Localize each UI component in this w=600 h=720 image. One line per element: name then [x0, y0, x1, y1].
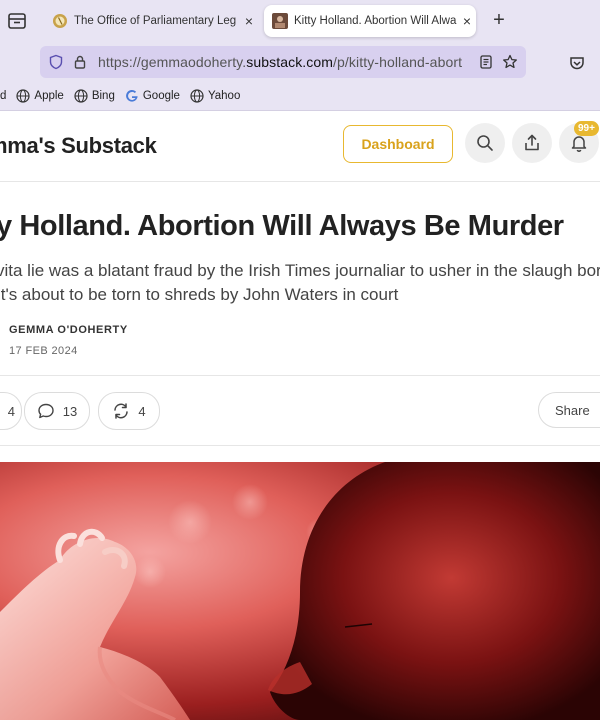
post-date: 17 FEB 2024	[9, 345, 78, 357]
tab-title: The Office of Parliamentary Leg	[74, 15, 237, 27]
url-path: /p/kitty-holland-abort	[333, 54, 463, 70]
url-prefix: https://gemmaodoherty.	[98, 54, 247, 70]
article-title: y Holland. Abortion Will Always Be Murde…	[0, 210, 564, 242]
site-header: mma's Substack Dashboard	[0, 111, 600, 182]
fetus-illustration	[0, 462, 600, 720]
bookmark-label: Yahoo	[207, 90, 241, 102]
tab-kitty-holland[interactable]: Kitty Holland. Abortion Will Alwa ×	[264, 5, 476, 37]
bookmark-apple[interactable]: Apple	[16, 89, 64, 103]
tab-bar: The Office of Parliamentary Leg × Kitty …	[0, 0, 600, 42]
globe-icon	[16, 89, 31, 103]
url-domain: substack.com	[246, 54, 334, 70]
bookmarks-bar: d Apple Bing Google Yahoo	[0, 86, 250, 106]
upload-share-icon	[525, 134, 539, 151]
dashboard-button[interactable]: Dashboard	[343, 125, 453, 163]
restack-count: 4	[138, 403, 146, 419]
share-page-button[interactable]	[512, 123, 552, 163]
share-label: Share	[555, 402, 590, 418]
comment-icon	[38, 403, 54, 419]
reader-view-icon[interactable]	[478, 54, 494, 70]
bell-icon	[571, 136, 587, 152]
shield-icon[interactable]	[48, 54, 64, 70]
bookmark-yahoo[interactable]: Yahoo	[190, 89, 240, 103]
search-button[interactable]	[465, 123, 505, 163]
tab-parliamentary[interactable]: The Office of Parliamentary Leg ×	[44, 5, 258, 37]
author-name[interactable]: GEMMA O'DOHERTY	[9, 324, 128, 336]
bookmark-google[interactable]: Google	[125, 89, 180, 103]
google-icon	[125, 89, 138, 102]
tab-close-icon[interactable]: ×	[458, 13, 476, 29]
like-count: 4	[7, 403, 15, 419]
bookmark-bing[interactable]: Bing	[74, 89, 115, 103]
restack-icon	[114, 403, 129, 419]
divider	[0, 445, 600, 446]
search-icon	[477, 135, 493, 151]
substack-favicon-icon	[272, 13, 288, 29]
like-button[interactable]: 4	[0, 392, 22, 430]
browser-chrome: The Office of Parliamentary Leg × Kitty …	[0, 0, 600, 110]
url-text[interactable]: https://gemmaodoherty.substack.com/p/kit…	[98, 54, 478, 70]
article-subtitle: vita lie was a blatant fraud by the Iris…	[0, 261, 600, 304]
publication-name[interactable]: mma's Substack	[0, 133, 157, 159]
new-tab-button[interactable]: +	[488, 9, 510, 31]
lock-icon[interactable]	[72, 54, 88, 70]
bookmark-label: Apple	[34, 90, 64, 102]
restack-button[interactable]: 4	[98, 392, 160, 430]
tab-overview-icon[interactable]	[6, 10, 28, 32]
bookmark-partial[interactable]: d	[0, 90, 6, 102]
notification-badge: 99+	[574, 121, 599, 136]
bookmark-label: Bing	[91, 90, 115, 102]
pocket-icon[interactable]	[568, 54, 586, 72]
comments-button[interactable]: 13	[24, 392, 90, 430]
share-button[interactable]: Share	[538, 392, 600, 428]
hero-image-fetus	[0, 462, 600, 720]
bookmark-label: Google	[142, 90, 180, 102]
bookmark-label: d	[0, 90, 7, 102]
harp-favicon-icon	[52, 13, 68, 29]
divider	[0, 375, 600, 376]
tab-close-icon[interactable]: ×	[240, 13, 258, 29]
address-bar[interactable]: https://gemmaodoherty.substack.com/p/kit…	[40, 46, 526, 78]
tab-title: Kitty Holland. Abortion Will Alwa	[294, 15, 457, 27]
globe-icon	[74, 89, 88, 103]
bookmark-star-icon[interactable]	[502, 54, 518, 70]
comments-count: 13	[62, 403, 78, 419]
globe-icon	[190, 89, 204, 103]
